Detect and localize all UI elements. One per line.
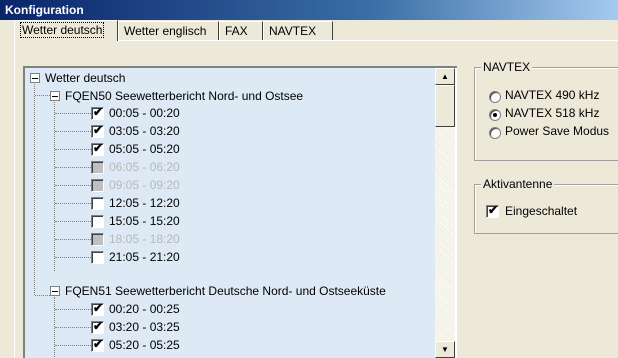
- checkmark-icon: ✔: [93, 105, 104, 119]
- tree-guide-line: [55, 345, 91, 346]
- navtex-group-title: NAVTEX: [481, 60, 533, 74]
- tab-fax[interactable]: FAX: [219, 21, 263, 40]
- time-slot-checkbox[interactable]: [91, 251, 104, 264]
- time-slot-label[interactable]: 21:05 - 21:20: [109, 248, 180, 266]
- antenna-group-title: Aktivantenne: [481, 177, 555, 191]
- radio-selected-dot: [493, 113, 497, 117]
- antenna-groupbox: Aktivantenne ✔ Eingeschaltet: [474, 177, 618, 234]
- tree-content: Wetter deutsch FQEN50 Seewetterbericht N…: [25, 68, 435, 358]
- tree-guide-line: [55, 167, 91, 168]
- time-slot-label[interactable]: 15:05 - 15:20: [109, 212, 180, 230]
- tree-guide-line: [55, 185, 91, 186]
- tree-group-label[interactable]: FQEN50 Seewetterbericht Nord- und Ostsee: [65, 87, 303, 105]
- time-slot-label: 09:05 - 09:20: [109, 178, 180, 192]
- checkmark-icon: ✔: [93, 337, 104, 351]
- time-slot-checkbox[interactable]: ✔: [91, 337, 104, 352]
- time-slot-checkbox[interactable]: [91, 197, 104, 210]
- time-slot-label: 18:05 - 18:20: [109, 232, 180, 246]
- checkmark-icon: ✔: [93, 319, 104, 333]
- time-slot-label: 06:05 - 06:20: [109, 160, 180, 174]
- tree-guide-line: [55, 239, 91, 240]
- checkmark-icon: ✔: [93, 301, 104, 315]
- tree-view[interactable]: Wetter deutsch FQEN50 Seewetterbericht N…: [23, 66, 457, 358]
- power-save-label[interactable]: Power Save Modus: [505, 124, 609, 138]
- tree-guide-line: [55, 221, 91, 222]
- config-window: Konfiguration Wetter deutsch Wetter engl…: [0, 0, 618, 358]
- tree-guide-line: [34, 81, 35, 295]
- tree-guide-line: [35, 295, 50, 296]
- collapse-icon[interactable]: [50, 91, 60, 101]
- tab-navtex[interactable]: NAVTEX: [263, 21, 333, 40]
- tab-label: NAVTEX: [269, 24, 317, 38]
- time-slot-checkbox[interactable]: ✔: [91, 319, 104, 334]
- tree-guide-line: [35, 95, 50, 96]
- time-slot-checkbox-disabled: [91, 233, 104, 246]
- navtex-groupbox: NAVTEX NAVTEX 490 kHz NAVTEX 518 kHz Pow…: [474, 60, 618, 161]
- checkmark-icon: ✔: [93, 141, 104, 155]
- collapse-icon[interactable]: [50, 286, 60, 296]
- window-title: Konfiguration: [5, 3, 84, 17]
- time-slot-checkbox-disabled: [91, 179, 104, 192]
- tree-guide-line: [55, 149, 91, 150]
- arrow-up-icon[interactable]: ▲: [435, 68, 455, 85]
- power-save-radio[interactable]: [489, 127, 501, 139]
- time-slot-checkbox[interactable]: ✔: [91, 141, 104, 156]
- time-slot-checkbox[interactable]: ✔: [91, 301, 104, 316]
- time-slot-checkbox[interactable]: [91, 215, 104, 228]
- time-slot-checkbox[interactable]: ✔: [91, 123, 104, 138]
- navtex-490-label[interactable]: NAVTEX 490 kHz: [505, 88, 599, 102]
- tree-guide-line: [55, 131, 91, 132]
- time-slot-label[interactable]: 05:05 - 05:20: [109, 140, 180, 158]
- tree-guide-line: [55, 327, 91, 328]
- time-slot-label[interactable]: 05:20 - 05:25: [109, 336, 180, 354]
- time-slot-checkbox[interactable]: ✔: [91, 105, 104, 120]
- collapse-icon[interactable]: [30, 73, 40, 83]
- time-slot-label[interactable]: 12:05 - 12:20: [109, 194, 180, 212]
- tree-guide-line: [55, 203, 91, 204]
- checkmark-icon: ✔: [488, 203, 499, 217]
- scrollbar-thumb[interactable]: [435, 85, 455, 127]
- tab-label: Wetter deutsch: [20, 22, 105, 38]
- navtex-490-radio[interactable]: [489, 91, 501, 103]
- navtex-518-radio[interactable]: [489, 109, 501, 121]
- tab-wetter-deutsch[interactable]: Wetter deutsch: [14, 20, 118, 41]
- time-slot-label[interactable]: 00:05 - 00:20: [109, 104, 180, 122]
- arrow-down-icon[interactable]: ▼: [435, 341, 455, 358]
- tree-root-label[interactable]: Wetter deutsch: [45, 69, 125, 87]
- tree-guide-line: [55, 309, 91, 310]
- tab-label: Wetter englisch: [124, 24, 207, 38]
- tab-wetter-englisch[interactable]: Wetter englisch: [118, 21, 219, 40]
- antenna-checkbox-label[interactable]: Eingeschaltet: [505, 204, 577, 218]
- time-slot-label[interactable]: 00:20 - 00:25: [109, 300, 180, 318]
- tree-vertical-scrollbar[interactable]: ▲ ▼: [435, 68, 455, 358]
- checkmark-icon: ✔: [93, 123, 104, 137]
- time-slot-checkbox-disabled: [91, 161, 104, 174]
- tree-guide-line: [55, 113, 91, 114]
- tab-label: FAX: [225, 24, 248, 38]
- title-bar[interactable]: Konfiguration: [0, 0, 618, 20]
- navtex-518-label[interactable]: NAVTEX 518 kHz: [505, 106, 599, 120]
- tree-guide-line: [55, 257, 91, 258]
- time-slot-label[interactable]: 03:05 - 03:20: [109, 122, 180, 140]
- tree-group-label[interactable]: FQEN51 Seewetterbericht Deutsche Nord- u…: [65, 282, 386, 300]
- time-slot-label[interactable]: 03:20 - 03:25: [109, 318, 180, 336]
- antenna-checkbox[interactable]: ✔: [486, 203, 499, 218]
